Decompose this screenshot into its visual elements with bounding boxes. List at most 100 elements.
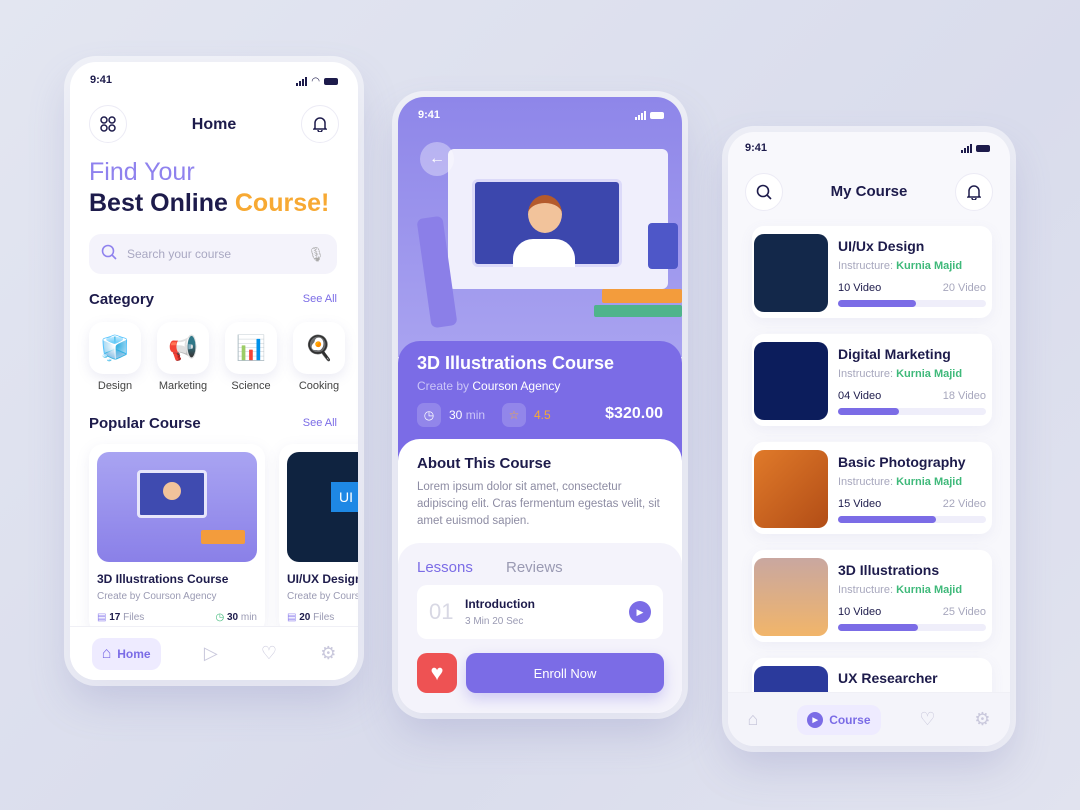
videos-total: 22 Video <box>942 498 986 510</box>
wifi-icon: ◠ <box>311 76 320 87</box>
videos-done: 15 Video <box>838 498 882 510</box>
category-science[interactable]: 📊 Science <box>225 322 277 392</box>
clock-icon: ◷ <box>417 403 441 427</box>
videos-done: 10 Video <box>838 606 882 618</box>
instructor-name: Kurnia Majid <box>896 476 963 488</box>
agency-name: Courson Agency <box>472 379 561 393</box>
course-instructor: Instructure: Kurnia Majid <box>838 260 962 272</box>
files-count: ▤ 20 Files <box>287 612 334 623</box>
duration: ◷ 30 min <box>215 612 257 623</box>
bottom-nav: ⌂ ▶ Course ♡ ⚙ <box>728 692 1010 746</box>
course-title: UI/UX Design <box>287 572 358 586</box>
hero-text: Best Online <box>89 189 235 217</box>
lesson-item[interactable]: 01 Introduction 3 Min 20 Sec ▶ <box>417 585 663 639</box>
tab-lessons[interactable]: Lessons <box>417 559 473 576</box>
duration: ◷ 30 min <box>417 403 485 427</box>
see-all-popular[interactable]: See All <box>303 417 337 429</box>
heart-icon[interactable]: ♡ <box>919 709 935 730</box>
create-by-label: Create by <box>417 379 473 393</box>
enroll-button[interactable]: Enroll Now <box>466 653 664 693</box>
time-number: 30 <box>226 612 239 623</box>
category-marketing[interactable]: 📢 Marketing <box>157 322 209 392</box>
course-author: Create by Courson Agency <box>97 591 217 602</box>
course-item[interactable]: 3D Illustrations Instructure: Kurnia Maj… <box>752 550 992 642</box>
files-label: Files <box>120 612 145 623</box>
about-title: About This Course <box>417 455 552 472</box>
category-design[interactable]: 🧊 Design <box>89 322 141 392</box>
progress-bar <box>838 516 986 523</box>
files-number: 17 <box>109 612 121 623</box>
search-placeholder: Search your course <box>127 247 232 261</box>
popular-title: Popular Course <box>89 415 201 432</box>
course-author: Create by Courson Agency <box>287 591 358 602</box>
bell-icon[interactable] <box>301 105 339 143</box>
course-thumbnail <box>754 342 828 420</box>
category-title: Category <box>89 291 155 308</box>
cooking-icon: 🍳 <box>293 322 345 374</box>
lesson-duration: 3 Min 20 Sec <box>465 616 524 627</box>
tab-reviews[interactable]: Reviews <box>506 559 563 576</box>
progress-bar <box>838 300 986 307</box>
time-label: min <box>238 612 257 623</box>
status-icons: ◠ <box>296 76 338 87</box>
course-thumbnail <box>754 450 828 528</box>
category-cooking[interactable]: 🍳 Cooking <box>293 322 345 392</box>
progress-fill <box>838 516 936 523</box>
home-icon[interactable]: ⌂ <box>747 709 758 730</box>
files-number: 20 <box>299 612 311 623</box>
settings-icon[interactable]: ⚙ <box>974 709 990 730</box>
progress-fill <box>838 300 917 307</box>
course-hero-illustration <box>398 97 682 357</box>
play-icon[interactable]: ▷ <box>204 643 218 664</box>
rating-value: 4.5 <box>534 408 551 422</box>
instructor-name: Kurnia Majid <box>896 584 963 596</box>
instructor-label: Instructure: <box>838 260 897 272</box>
see-all-category[interactable]: See All <box>303 293 337 305</box>
rating: ☆ 4.5 <box>502 403 551 427</box>
microphone-icon[interactable]: 🎙 <box>307 246 325 263</box>
lesson-title: Introduction <box>465 597 535 611</box>
progress-fill <box>838 624 918 631</box>
files-label: Files <box>310 612 335 623</box>
category-label: Science <box>231 380 271 392</box>
course-title: UI/Ux Design <box>838 238 925 254</box>
favorite-button[interactable]: ♥ <box>417 653 457 693</box>
course-item[interactable]: UI/Ux Design Instructure: Kurnia Majid 10… <box>752 226 992 318</box>
instructor-name: Kurnia Majid <box>896 368 963 380</box>
settings-icon[interactable]: ⚙ <box>320 643 336 664</box>
course-author: Create by Courson Agency <box>417 379 560 393</box>
nav-course[interactable]: ▶ Course <box>797 704 881 735</box>
status-icons <box>961 144 990 153</box>
play-button[interactable]: ▶ <box>629 601 651 623</box>
videos-total: 20 Video <box>942 282 986 294</box>
file-icon: ▤ <box>97 612 107 623</box>
videos-done: 04 Video <box>838 390 882 402</box>
category-label: Design <box>97 380 133 392</box>
course-item[interactable]: Digital Marketing Instructure: Kurnia Ma… <box>752 334 992 426</box>
videos-total: 25 Video <box>942 606 986 618</box>
instructor-label: Instructure: <box>838 368 897 380</box>
course-illustration: UI <box>287 452 358 562</box>
back-arrow-icon[interactable]: ← <box>420 142 454 176</box>
course-title: 3D Illustrations Course <box>417 353 615 373</box>
lesson-number: 01 <box>429 599 454 624</box>
progress-bar <box>838 408 986 415</box>
category-list: 🧊 Design 📢 Marketing 📊 Science 🍳 Cooking <box>89 322 345 392</box>
bell-icon[interactable] <box>955 173 993 211</box>
course-title: UX Researcher <box>838 670 938 686</box>
heart-icon[interactable]: ♡ <box>261 643 277 664</box>
course-item[interactable]: Basic Photography Instructure: Kurnia Ma… <box>752 442 992 534</box>
instructor-label: Instructure: <box>838 584 897 596</box>
course-instructor: Instructure: Kurnia Majid <box>838 368 962 380</box>
course-title: 3D Illustrations Course <box>97 572 229 586</box>
course-card[interactable]: UI UI/UX Design Create by Courson Agency… <box>279 444 358 634</box>
home-screen: 9:41 ◠ Home Find Your Best Online Course… <box>70 62 358 680</box>
search-input[interactable]: Search your course 🎙 <box>89 234 337 274</box>
progress-fill <box>838 408 899 415</box>
course-card[interactable]: 3D Illustrations Course Create by Courso… <box>89 444 265 634</box>
duration-number: 30 <box>449 408 463 422</box>
nav-home-label: Home <box>117 646 151 661</box>
nav-home[interactable]: ⌂ Home <box>91 637 161 670</box>
status-time: 9:41 <box>418 109 441 121</box>
design-icon: 🧊 <box>89 322 141 374</box>
